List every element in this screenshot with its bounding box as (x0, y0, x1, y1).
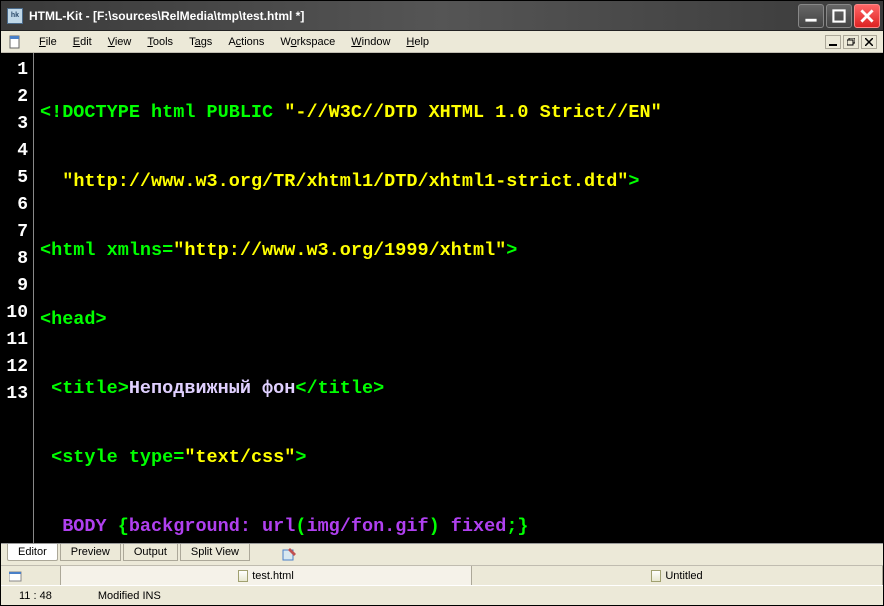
menu-file[interactable]: File (31, 34, 65, 50)
line-number: 11 (1, 327, 33, 354)
line-number: 1 (1, 57, 33, 84)
close-button[interactable] (854, 4, 880, 28)
file-icon (651, 570, 661, 582)
window-buttons (798, 4, 880, 28)
doc-tab-untitled[interactable]: Untitled (472, 566, 883, 585)
window-title: HTML-Kit - [F:\sources\RelMedia\tmp\test… (29, 9, 798, 23)
menu-edit[interactable]: Edit (65, 34, 100, 50)
menu-actions[interactable]: Actions (220, 34, 272, 50)
minimize-button[interactable] (798, 4, 824, 28)
menu-workspace[interactable]: Workspace (272, 34, 343, 50)
application-window: hk HTML-Kit - [F:\sources\RelMedia\tmp\t… (0, 0, 884, 606)
code-editor[interactable]: <!DOCTYPE html PUBLIC "-//W3C//DTD XHTML… (34, 53, 883, 543)
file-icon (238, 570, 248, 582)
mdi-restore-icon (847, 38, 855, 46)
mdi-close-icon (865, 38, 873, 46)
close-icon (860, 9, 874, 23)
line-number: 12 (1, 354, 33, 381)
line-number: 9 (1, 273, 33, 300)
line-number: 13 (1, 381, 33, 408)
menu-window[interactable]: Window (343, 34, 398, 50)
menubar: File Edit View Tools Tags Actions Worksp… (1, 31, 883, 53)
mdi-minimize-icon (829, 38, 837, 46)
status-cursor-pos: 11 : 48 (11, 590, 60, 602)
doc-tab-test[interactable]: test.html (61, 566, 472, 585)
line-number: 4 (1, 138, 33, 165)
document-icon-svg (8, 35, 22, 49)
tab-action-icon[interactable] (282, 548, 296, 562)
document-tabs: test.html Untitled (1, 565, 883, 585)
doc-tab-label: Untitled (665, 570, 702, 582)
maximize-button[interactable] (826, 4, 852, 28)
menu-tools[interactable]: Tools (139, 34, 181, 50)
doc-tabs-icon[interactable] (1, 566, 61, 585)
mdi-restore-button[interactable] (843, 35, 859, 49)
tab-output[interactable]: Output (123, 544, 178, 561)
titlebar[interactable]: hk HTML-Kit - [F:\sources\RelMedia\tmp\t… (1, 1, 883, 31)
line-number: 6 (1, 192, 33, 219)
mdi-minimize-button[interactable] (825, 35, 841, 49)
line-number: 2 (1, 84, 33, 111)
app-icon: hk (7, 8, 23, 24)
line-number: 3 (1, 111, 33, 138)
line-number: 10 (1, 300, 33, 327)
document-icon[interactable] (7, 35, 23, 49)
line-number: 7 (1, 219, 33, 246)
maximize-icon (832, 9, 846, 23)
line-number: 5 (1, 165, 33, 192)
tab-split-view[interactable]: Split View (180, 544, 250, 561)
menu-help[interactable]: Help (398, 34, 437, 50)
line-gutter: 1 2 3 4 5 6 7 8 9 10 11 12 13 (1, 53, 34, 543)
minimize-icon (804, 9, 818, 23)
status-mode: Modified INS (90, 590, 169, 602)
doc-tab-label: test.html (252, 570, 294, 582)
mdi-close-button[interactable] (861, 35, 877, 49)
menu-tags[interactable]: Tags (181, 34, 220, 50)
editor-area: 1 2 3 4 5 6 7 8 9 10 11 12 13 <!DOCTYPE … (1, 53, 883, 543)
tab-preview[interactable]: Preview (60, 544, 121, 561)
tab-editor[interactable]: Editor (7, 544, 58, 561)
menu-view[interactable]: View (100, 34, 140, 50)
view-tabs: Editor Preview Output Split View (1, 543, 883, 565)
statusbar: 11 : 48 Modified INS (1, 585, 883, 605)
line-number: 8 (1, 246, 33, 273)
